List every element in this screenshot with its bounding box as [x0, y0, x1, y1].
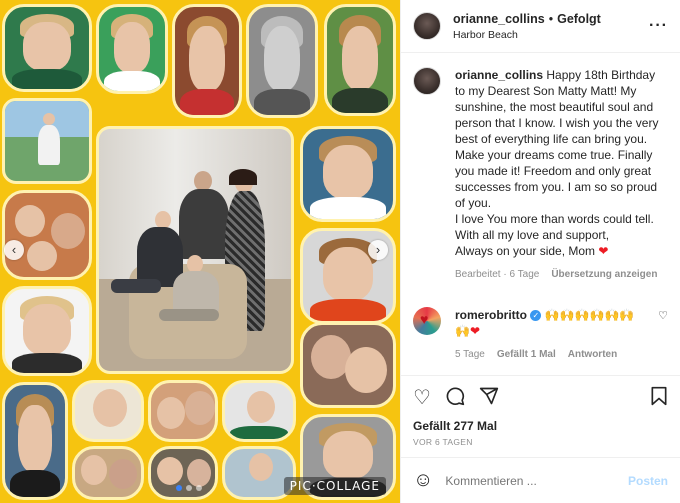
author-avatar[interactable]: [413, 12, 441, 40]
comments-section: orianne_collins Happy 18th Birthday to m…: [401, 53, 680, 375]
collage-photo: [2, 4, 92, 92]
caption-author-avatar[interactable]: [413, 67, 441, 95]
comment-text: 🙌🙌🙌🙌🙌🙌: [544, 308, 635, 322]
action-bar: ♡: [401, 375, 680, 419]
collage-photo: [246, 4, 318, 118]
collage-photo: [96, 4, 168, 94]
comment-composer: ☺ Posten: [401, 457, 680, 503]
collage-photo: [324, 4, 396, 116]
collage-photo: [2, 98, 92, 184]
collage-photo: [2, 190, 92, 280]
separator-dot: •: [548, 11, 554, 26]
caption-edited: Bearbeitet · 6 Tage: [455, 269, 540, 280]
more-options-icon[interactable]: ···: [649, 17, 668, 35]
commenter-username[interactable]: romerobritto: [455, 308, 527, 322]
comment-time: 5 Tage: [455, 349, 485, 360]
comment-icon[interactable]: [445, 386, 465, 410]
likes-count[interactable]: Gefällt 277 Mal: [401, 419, 680, 433]
heart-emoji: ❤: [598, 244, 609, 258]
caption-text-2: I love You more than words could tell. W…: [455, 212, 654, 242]
previous-image-button[interactable]: ‹: [4, 240, 24, 260]
caption-text-3: Always on your side, Mom: [455, 244, 596, 258]
post-details-panel: orianne_collins • Gefolgt Harbor Beach ···…: [400, 0, 680, 503]
collage-photo: [222, 380, 296, 442]
caption-text: Happy 18th Birthday to my Dearest Son Ma…: [455, 68, 659, 210]
comment-like-icon[interactable]: ♡: [658, 309, 668, 322]
post-image[interactable]: ‹ › PIC·COLLAGE: [0, 0, 400, 503]
post-header: orianne_collins • Gefolgt Harbor Beach ···: [401, 0, 680, 53]
post-timestamp: VOR 6 TAGEN: [413, 437, 473, 447]
collage-photo: [148, 380, 218, 442]
caption: orianne_collins Happy 18th Birthday to m…: [413, 67, 668, 283]
carousel-indicator: [176, 485, 202, 491]
collage-watermark: PIC·COLLAGE: [283, 477, 386, 495]
collage-photo: [300, 322, 396, 408]
caption-username[interactable]: orianne_collins: [455, 68, 543, 82]
comment-text-end: 🙌: [455, 324, 470, 338]
collage-photo: [2, 382, 68, 500]
collage-photo: [72, 446, 144, 500]
collage-photo: [2, 286, 92, 376]
emoji-picker-icon[interactable]: ☺: [413, 469, 433, 492]
comment-input[interactable]: [445, 473, 628, 488]
reply-button[interactable]: Antworten: [568, 347, 617, 363]
commenter-avatar[interactable]: [413, 307, 441, 335]
collage-photo: [72, 380, 144, 442]
comment-likes[interactable]: Gefällt 1 Mal: [497, 347, 556, 363]
follow-status[interactable]: Gefolgt: [557, 12, 601, 26]
share-icon[interactable]: [479, 386, 499, 410]
collage-photo: [300, 126, 396, 222]
author-username[interactable]: orianne_collins: [453, 12, 545, 26]
collage-photo-main: [96, 126, 294, 374]
comment-heart-emoji: ❤: [469, 324, 481, 338]
post-comment-button[interactable]: Posten: [628, 474, 668, 488]
verified-badge-icon: ✓: [530, 310, 542, 322]
collage-photo: [148, 446, 218, 500]
comment-item: romerobritto ✓ 🙌🙌🙌🙌🙌🙌 🙌❤ 5 Tage Gefällt …: [413, 307, 668, 363]
like-icon[interactable]: ♡: [413, 388, 431, 408]
translate-link[interactable]: Übersetzung anzeigen: [551, 267, 657, 283]
save-icon[interactable]: [650, 386, 668, 410]
next-image-button[interactable]: ›: [368, 240, 388, 260]
post-location[interactable]: Harbor Beach: [453, 29, 649, 41]
collage-photo: [172, 4, 242, 118]
